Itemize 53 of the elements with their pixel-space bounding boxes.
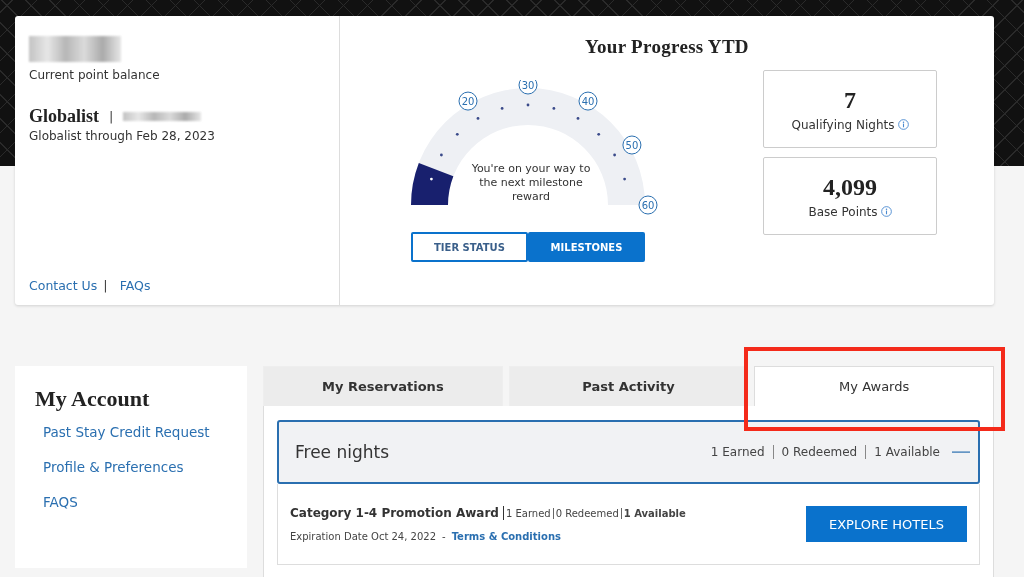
section-title: Free nights bbox=[295, 442, 390, 462]
milestone-badge: 30 bbox=[518, 80, 538, 95]
sidebar-link[interactable]: Past Stay Credit Request bbox=[43, 424, 227, 440]
gauge-message: You're on your way to the next milestone reward bbox=[471, 162, 591, 204]
view-toggle[interactable]: TIER STATUS bbox=[411, 232, 528, 262]
stat-value: 7 bbox=[844, 86, 856, 114]
view-toggle[interactable]: MILESTONES bbox=[528, 232, 645, 262]
expiration-date: Expiration Date Oct 24, 2022 bbox=[290, 531, 436, 542]
tier-name: Globalist bbox=[29, 106, 99, 127]
stat-label: Base Points bbox=[808, 204, 878, 219]
sidebar-link[interactable]: Profile & Preferences bbox=[43, 459, 227, 475]
gauge-dot bbox=[440, 153, 443, 157]
info-icon[interactable] bbox=[897, 119, 909, 130]
stat-value: 4,099 bbox=[823, 173, 877, 201]
gauge-dot bbox=[526, 103, 530, 107]
gauge-fill bbox=[411, 162, 454, 205]
gauge-dot bbox=[613, 153, 616, 157]
milestone-badge: 40 bbox=[578, 91, 598, 111]
stat-label: Qualifying Nights bbox=[791, 117, 895, 132]
sidebar-title: My Account bbox=[35, 386, 151, 412]
gauge-dot bbox=[623, 177, 626, 181]
award-section-header[interactable]: Free nights 1 Earned 0 Redeemed 1 Available bbox=[277, 420, 980, 484]
gauge-dot bbox=[455, 132, 459, 136]
award-count: 1 Available bbox=[620, 507, 688, 519]
gauge-dot bbox=[552, 107, 556, 110]
award-count: 1 Earned bbox=[504, 507, 552, 519]
terms-link[interactable]: Terms & Conditions bbox=[451, 531, 561, 542]
explore-hotels-button[interactable]: EXPLORE HOTELS bbox=[806, 506, 967, 542]
tab[interactable]: My Awards bbox=[754, 366, 994, 406]
footer-link[interactable]: Contact Us bbox=[29, 278, 98, 293]
milestone-badge: 60 bbox=[638, 195, 658, 215]
sidebar-link[interactable]: FAQS bbox=[43, 494, 227, 510]
footer-link[interactable]: FAQs bbox=[119, 278, 151, 293]
balance-label: Current point balance bbox=[29, 68, 161, 82]
gauge-dot bbox=[576, 117, 580, 120]
milestone-badge: 20 bbox=[458, 91, 478, 111]
tier-separator: | bbox=[109, 109, 114, 124]
progress-title: Your Progress YTD bbox=[585, 36, 749, 58]
award-count: 0 Redeemed bbox=[772, 445, 866, 459]
info-icon[interactable] bbox=[880, 206, 892, 217]
award-count: 1 Earned bbox=[709, 445, 766, 459]
gauge-dot bbox=[500, 107, 504, 110]
gauge-dot bbox=[597, 132, 601, 136]
award-name: Category 1-4 Promotion Award bbox=[290, 506, 504, 520]
award-count: 0 Redeemed bbox=[552, 507, 621, 519]
link-separator: | bbox=[103, 278, 108, 293]
tier-expiry: Globalist through Feb 28, 2023 bbox=[29, 129, 216, 143]
gauge-dot bbox=[430, 177, 433, 181]
milestone-badge: 50 bbox=[622, 135, 642, 155]
dash-separator: - bbox=[442, 531, 446, 542]
tab[interactable]: My Reservations bbox=[263, 366, 503, 406]
award-count: 1 Available bbox=[865, 445, 948, 459]
gauge-dot bbox=[476, 117, 480, 120]
